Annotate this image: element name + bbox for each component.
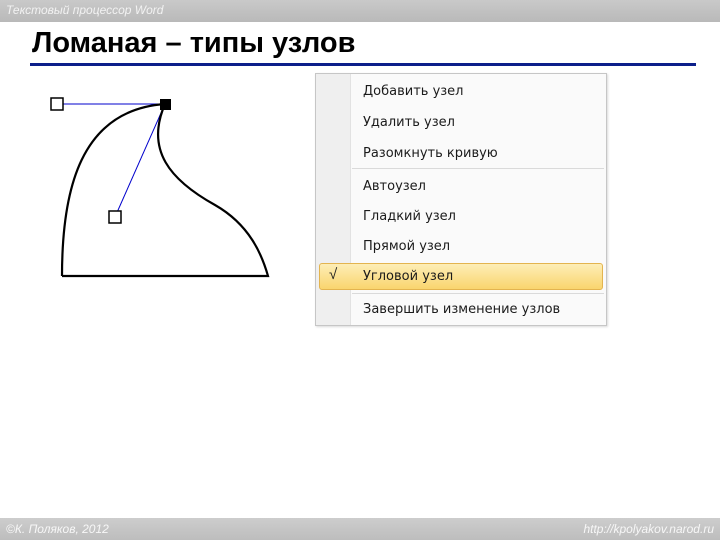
menu-item-label: Прямой узел (363, 239, 451, 254)
control-handle-left (50, 97, 64, 111)
control-handle-bottom (108, 210, 122, 224)
title-underline (30, 63, 696, 66)
header-bar: Текстовый процессор Word (0, 0, 720, 22)
menu-item-finish-editing[interactable]: Завершить изменение узлов (316, 296, 606, 323)
menu-item-smooth-node[interactable]: Гладкий узел (316, 203, 606, 230)
menu-item-label: Завершить изменение узлов (363, 302, 561, 317)
menu-item-label: Угловой узел (363, 269, 454, 284)
menu-item-label: Гладкий узел (363, 209, 456, 224)
menu-item-open-curve[interactable]: Разомкнуть кривую (316, 140, 606, 167)
menu-item-label: Добавить узел (363, 84, 464, 99)
menu-separator (352, 293, 604, 294)
curve-shape (60, 102, 270, 278)
footer-author: ©К. Поляков, 2012 (6, 522, 109, 536)
footer-url: http://kpolyakov.narod.ru (583, 522, 714, 536)
menu-item-highlight (319, 263, 603, 290)
corner-node (160, 99, 171, 110)
slide-title: Ломаная – типы узлов (32, 27, 356, 59)
menu-separator (352, 168, 604, 169)
menu-item-label: Автоузел (363, 179, 426, 194)
handle-line-diagonal (114, 103, 166, 218)
menu-item-label: Удалить узел (363, 115, 455, 130)
menu-item-delete-node[interactable]: Удалить узел (316, 109, 606, 136)
course-title: Текстовый процессор Word (6, 3, 164, 17)
check-icon: √ (329, 266, 338, 283)
footer-bar: ©К. Поляков, 2012 http://kpolyakov.narod… (0, 518, 720, 540)
menu-item-label: Разомкнуть кривую (363, 146, 498, 161)
menu-item-corner-node[interactable]: √ Угловой узел (316, 263, 606, 290)
menu-item-straight-node[interactable]: Прямой узел (316, 233, 606, 260)
menu-item-add-node[interactable]: Добавить узел (316, 78, 606, 105)
curve-node-diagram (50, 97, 270, 278)
context-menu: Добавить узел Удалить узел Разомкнуть кр… (315, 73, 607, 326)
menu-item-auto-node[interactable]: Автоузел (316, 173, 606, 200)
